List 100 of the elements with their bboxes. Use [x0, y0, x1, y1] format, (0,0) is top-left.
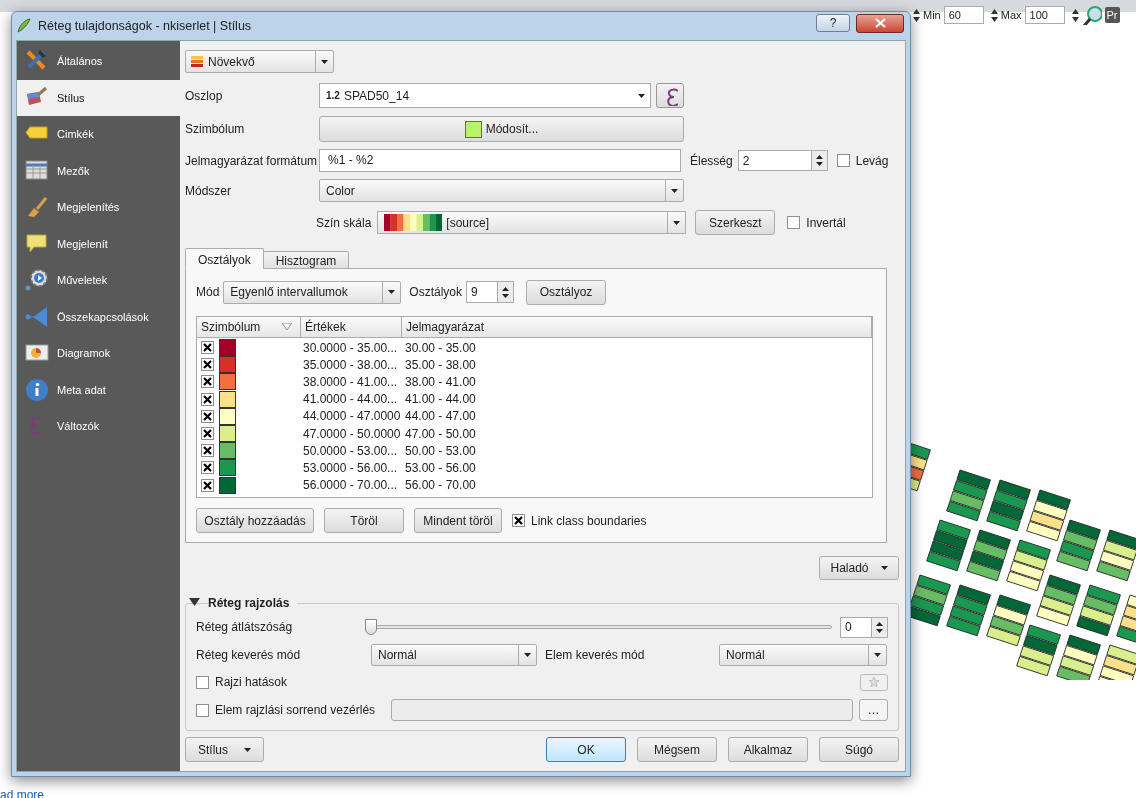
caret-icon — [673, 220, 681, 225]
class-color-swatch[interactable] — [219, 442, 236, 460]
field-label: Szín skála — [316, 214, 372, 232]
order-field[interactable] — [391, 699, 853, 721]
sidebar-item[interactable]: Megjelenít — [17, 225, 180, 262]
dialog-button[interactable]: Súgó — [819, 737, 899, 762]
cross-mark-icon — [203, 360, 212, 370]
max-label: Max — [1000, 7, 1022, 23]
tab[interactable]: Osztályok — [185, 248, 264, 269]
checkbox[interactable] — [201, 375, 214, 389]
class-color-swatch[interactable] — [219, 390, 236, 408]
checkbox-label: Elem rajzlási sorrend vezérlés — [215, 702, 377, 719]
class-color-swatch[interactable] — [219, 459, 236, 477]
stacked-bars-icon — [190, 55, 204, 68]
table-cell-text: 35.00 - 38.00 — [404, 356, 477, 374]
table-cell-text: 53.00 - 56.00 — [404, 459, 477, 477]
cross-mark-icon — [203, 480, 212, 490]
symbol-button[interactable]: Módosít... — [319, 116, 684, 142]
checkbox[interactable] — [201, 478, 214, 492]
column-dropdown[interactable]: 1.2 SPAD50_14 — [319, 83, 651, 108]
sidebar-item[interactable]: Általános — [17, 43, 180, 80]
class-color-swatch[interactable] — [219, 356, 236, 374]
checkbox[interactable] — [201, 461, 214, 475]
class-color-swatch[interactable] — [219, 476, 236, 494]
precision-field[interactable]: 2 — [737, 150, 828, 171]
checkbox[interactable] — [196, 675, 209, 689]
spin-arrows-icon — [1071, 8, 1079, 22]
edit-button[interactable]: Szerkeszt — [695, 210, 776, 235]
cross-mark-icon — [203, 411, 212, 421]
table-button[interactable]: Osztály hozzáadás — [196, 508, 314, 533]
field-label: Jelmagyarázat formátum — [185, 152, 319, 170]
checkbox[interactable] — [201, 409, 214, 423]
column-header[interactable]: Értékek — [301, 317, 402, 337]
renderer-dropdown[interactable]: Növekvő — [185, 50, 334, 73]
method-dropdown[interactable]: Color — [319, 179, 684, 202]
gear-icon — [25, 268, 49, 293]
sidebar-item[interactable]: Meta adat — [17, 371, 180, 408]
help-button[interactable]: ? — [816, 14, 850, 32]
caret-icon — [388, 290, 396, 294]
cross-mark-icon — [203, 343, 212, 353]
table-button[interactable]: Mindent töröl — [414, 508, 502, 533]
star-icon — [869, 677, 879, 687]
checkbox[interactable] — [836, 154, 850, 167]
min-label: Min — [923, 7, 941, 23]
style-button[interactable]: Stílus — [185, 737, 264, 762]
close-button[interactable] — [856, 13, 904, 33]
slider-thumb[interactable] — [365, 619, 377, 635]
transparency-field[interactable]: 0 — [840, 616, 888, 638]
field-type-label: 1.2 — [325, 89, 341, 103]
checkbox[interactable] — [201, 392, 214, 406]
field-label: Réteg keverés mód — [196, 647, 302, 664]
table-cell-text: 56.0000 - 70.00... — [302, 477, 399, 495]
transparency-slider[interactable] — [365, 619, 832, 635]
info-icon — [25, 377, 49, 402]
table-cell-text: 41.0000 - 44.00... — [302, 391, 399, 409]
field-label: Mód — [196, 284, 220, 301]
window-title: Réteg tulajdonságok - nkiserlet | Stílus — [38, 17, 253, 35]
blend-mode-dropdown[interactable]: Normál — [371, 644, 537, 666]
checkbox[interactable] — [201, 341, 214, 355]
sidebar-item[interactable]: Megjelenítés — [17, 189, 180, 226]
column-header[interactable]: Jelmagyarázat — [402, 317, 872, 337]
class-color-swatch[interactable] — [219, 425, 236, 443]
dialog-button[interactable]: OK — [546, 737, 626, 762]
class-color-swatch[interactable] — [219, 373, 236, 391]
table-cell-text: 56.00 - 70.00 — [404, 477, 477, 495]
more-button[interactable]: … — [859, 699, 888, 721]
dialog-button[interactable]: Alkalmaz — [728, 737, 808, 762]
tab[interactable]: Hisztogram — [262, 251, 350, 269]
sidebar-item[interactable]: Összekapcsolások — [17, 298, 180, 335]
color-ramp-preview — [384, 214, 443, 231]
table-button[interactable]: Töröl — [324, 508, 404, 533]
sidebar-item[interactable]: Változók — [17, 408, 180, 445]
dialog-button[interactable]: Mégsem — [637, 737, 717, 762]
checkbox[interactable] — [787, 216, 801, 229]
spin-arrows-icon — [502, 286, 510, 298]
advanced-button[interactable]: Haladó — [819, 556, 899, 580]
classes-field[interactable]: 9 — [466, 281, 515, 303]
table-icon — [25, 158, 49, 183]
cross-mark-icon — [203, 429, 212, 439]
checkbox[interactable] — [201, 427, 214, 441]
sidebar-item[interactable]: Mezők — [17, 152, 180, 189]
checkbox[interactable] — [201, 444, 214, 458]
classify-button[interactable]: Osztályoz — [526, 279, 607, 305]
sidebar-item[interactable]: Cimkék — [17, 116, 180, 153]
color-ramp-dropdown[interactable]: [source] — [377, 211, 687, 234]
field-label: Réteg átlátszóság — [196, 619, 294, 636]
column-header[interactable]: Szimbólum — [197, 317, 301, 337]
legend-format-field[interactable]: %1 - %2 — [319, 149, 681, 172]
checkbox[interactable] — [196, 703, 209, 717]
sidebar-item[interactable]: Műveletek — [17, 262, 180, 299]
blend-mode-dropdown[interactable]: Normál — [719, 644, 887, 666]
caret-icon — [671, 188, 678, 193]
caret-icon — [244, 747, 251, 752]
sidebar-item[interactable]: Diagramok — [17, 335, 180, 372]
sidebar-item[interactable]: Stílus — [17, 79, 180, 116]
class-color-swatch[interactable] — [219, 339, 236, 357]
checkbox[interactable] — [201, 358, 214, 372]
checkbox[interactable] — [512, 514, 525, 527]
mode-dropdown[interactable]: Egyenlő intervallumok — [223, 280, 402, 304]
expression-button[interactable] — [656, 83, 684, 108]
